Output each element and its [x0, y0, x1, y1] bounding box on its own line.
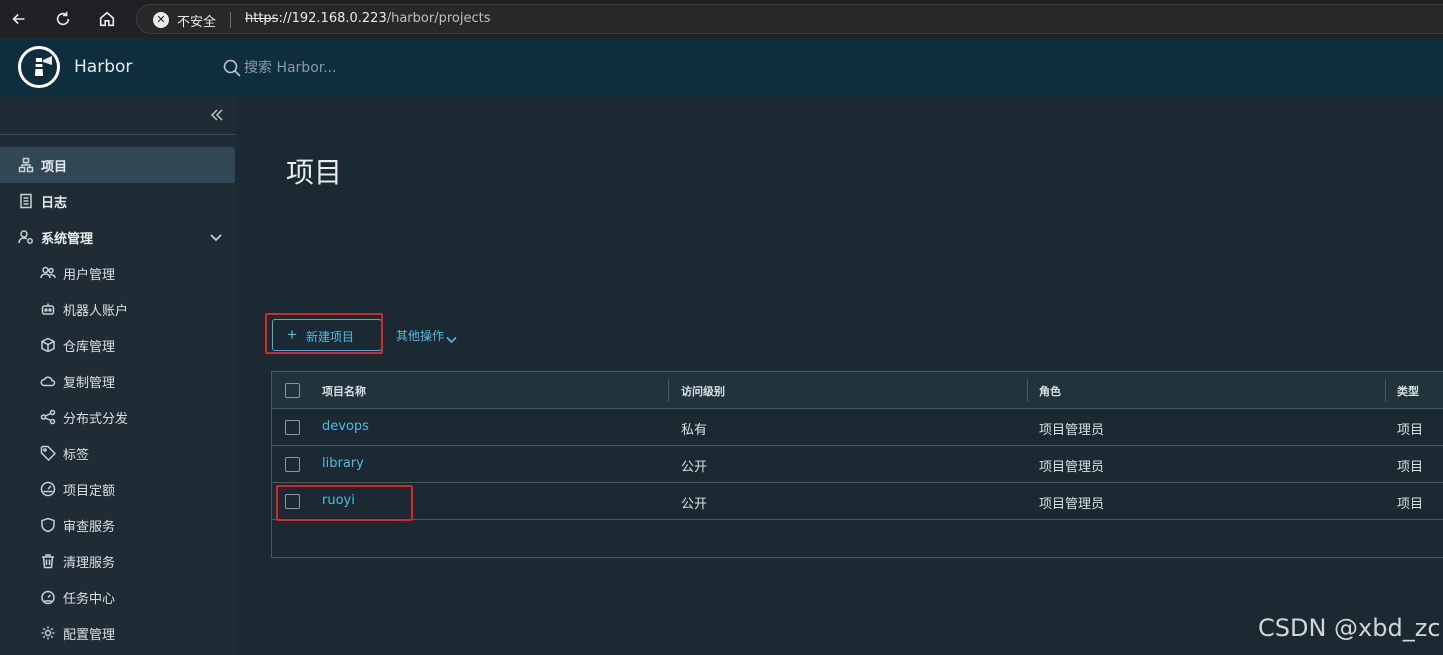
users-icon — [40, 265, 56, 281]
harbor-logo[interactable] — [18, 46, 60, 88]
chevron-down-icon[interactable] — [208, 229, 224, 245]
column-divider[interactable] — [668, 379, 669, 402]
url-text[interactable]: https://192.168.0.223/harbor/projects — [245, 11, 490, 26]
access-level: 私有 — [681, 423, 708, 438]
sidebar-item-projects[interactable]: 项目 — [0, 147, 235, 183]
back-icon[interactable] — [6, 6, 32, 32]
page-title: 项目 — [286, 156, 343, 189]
reload-icon[interactable] — [50, 6, 76, 32]
sidebar-item-admin[interactable]: 系统管理 — [0, 219, 236, 255]
annotation-highlight-ruoyi — [276, 485, 413, 521]
admin-icon — [18, 229, 34, 245]
tag-icon — [40, 445, 57, 462]
sidebar-item-users[interactable]: 用户管理 — [0, 255, 236, 291]
sidebar-item-label: 仓库管理 — [63, 340, 116, 355]
column-header-type[interactable]: 类型 — [1397, 383, 1419, 399]
type: 项目 — [1397, 460, 1424, 475]
sidebar-item-label: 项目 — [41, 160, 68, 175]
sidebar-item-label: 分布式分发 — [63, 412, 129, 427]
sidebar-item-labels[interactable]: 标签 — [0, 435, 236, 471]
sidebar: 项目 日志 系统管理 用户管理 机器人账户 仓库管理 复制管理 分布式分发 标签… — [0, 97, 236, 655]
sidebar-item-quotas[interactable]: 项目定额 — [0, 471, 236, 507]
role: 项目管理员 — [1039, 423, 1105, 438]
sidebar-item-label: 机器人账户 — [63, 304, 129, 319]
url-host: ://192.168.0.223 — [278, 11, 387, 26]
sidebar-item-label: 用户管理 — [63, 268, 116, 283]
url-path: /harbor/projects — [386, 11, 491, 26]
annotation-highlight-new-project — [265, 313, 383, 354]
watermark: CSDN @xbd_zc — [1258, 614, 1441, 642]
projects-icon — [18, 157, 34, 173]
task-icon — [40, 589, 56, 605]
other-actions-dropdown[interactable]: 其他操作 — [396, 327, 457, 344]
type: 项目 — [1397, 423, 1424, 438]
app-title[interactable]: Harbor — [74, 57, 132, 77]
project-name-link[interactable]: library — [322, 456, 364, 471]
access-level: 公开 — [681, 460, 708, 475]
shield-icon — [40, 517, 56, 533]
app-header: Harbor — [0, 38, 1443, 97]
registry-icon — [40, 337, 56, 353]
row-checkbox[interactable] — [285, 420, 300, 435]
collapse-sidebar-icon[interactable] — [208, 106, 226, 124]
url-separator — [230, 12, 231, 28]
trash-icon — [40, 553, 56, 569]
address-bar[interactable]: ✕ 不安全 https://192.168.0.223/harbor/proje… — [136, 4, 1443, 34]
type: 项目 — [1397, 497, 1424, 512]
table-row: library 公开 项目管理员 项目 — [272, 446, 1443, 483]
sidebar-item-logs[interactable]: 日志 — [0, 183, 236, 219]
other-actions-label: 其他操作 — [396, 329, 445, 343]
select-all-checkbox[interactable] — [285, 383, 300, 398]
browser-toolbar: ✕ 不安全 https://192.168.0.223/harbor/proje… — [0, 0, 1443, 38]
chevron-down-icon — [446, 333, 457, 343]
table-row: ruoyi 公开 项目管理员 项目 — [272, 483, 1443, 520]
sidebar-item-label: 清理服务 — [63, 556, 116, 571]
sidebar-item-label: 项目定额 — [63, 484, 116, 499]
sidebar-item-robot-accounts[interactable]: 机器人账户 — [0, 291, 236, 327]
quota-icon — [40, 481, 56, 497]
table-header: 项目名称 访问级别 角色 类型 — [272, 372, 1443, 409]
url-scheme: https — [245, 11, 279, 26]
gear-icon — [40, 625, 56, 641]
main-content: 项目 + 新建项目 其他操作 项目名称 访问级别 角色 类型 devops 私有… — [236, 97, 1443, 655]
column-header-name[interactable]: 项目名称 — [322, 383, 366, 399]
sidebar-item-label: 系统管理 — [41, 232, 94, 247]
table-row: devops 私有 项目管理员 项目 — [272, 409, 1443, 446]
sidebar-item-distribution[interactable]: 分布式分发 — [0, 399, 236, 435]
not-secure-label[interactable]: 不安全 — [177, 11, 216, 30]
projects-table: 项目名称 访问级别 角色 类型 devops 私有 项目管理员 项目 libra… — [271, 371, 1443, 558]
access-level: 公开 — [681, 497, 708, 512]
sidebar-item-configuration[interactable]: 配置管理 — [0, 615, 236, 651]
sidebar-item-label: 审查服务 — [63, 520, 116, 535]
project-name-link[interactable]: devops — [322, 419, 369, 434]
row-checkbox[interactable] — [285, 457, 300, 472]
sidebar-item-gc[interactable]: 清理服务 — [0, 543, 236, 579]
column-header-access[interactable]: 访问级别 — [681, 383, 725, 399]
home-icon[interactable] — [94, 6, 120, 32]
sidebar-item-job-service[interactable]: 任务中心 — [0, 579, 236, 615]
sidebar-collapse-row — [0, 97, 236, 135]
sidebar-item-label: 复制管理 — [63, 376, 116, 391]
role: 项目管理员 — [1039, 460, 1105, 475]
robot-icon — [40, 301, 56, 317]
sidebar-item-interrogation[interactable]: 审查服务 — [0, 507, 236, 543]
search-input[interactable] — [244, 57, 424, 79]
sidebar-item-label: 任务中心 — [63, 592, 116, 607]
sidebar-item-label: 日志 — [41, 196, 68, 211]
not-secure-icon[interactable]: ✕ — [153, 12, 169, 28]
search-icon — [222, 58, 242, 78]
sidebar-item-replication[interactable]: 复制管理 — [0, 363, 236, 399]
logs-icon — [18, 193, 34, 209]
sidebar-item-registries[interactable]: 仓库管理 — [0, 327, 236, 363]
replication-icon — [40, 373, 56, 389]
column-header-role[interactable]: 角色 — [1039, 383, 1061, 399]
sidebar-item-label: 配置管理 — [63, 628, 116, 643]
column-divider[interactable] — [1385, 379, 1386, 402]
sidebar-item-label: 标签 — [63, 448, 90, 463]
distribution-icon — [40, 409, 56, 425]
role: 项目管理员 — [1039, 497, 1105, 512]
column-divider[interactable] — [1027, 379, 1028, 402]
